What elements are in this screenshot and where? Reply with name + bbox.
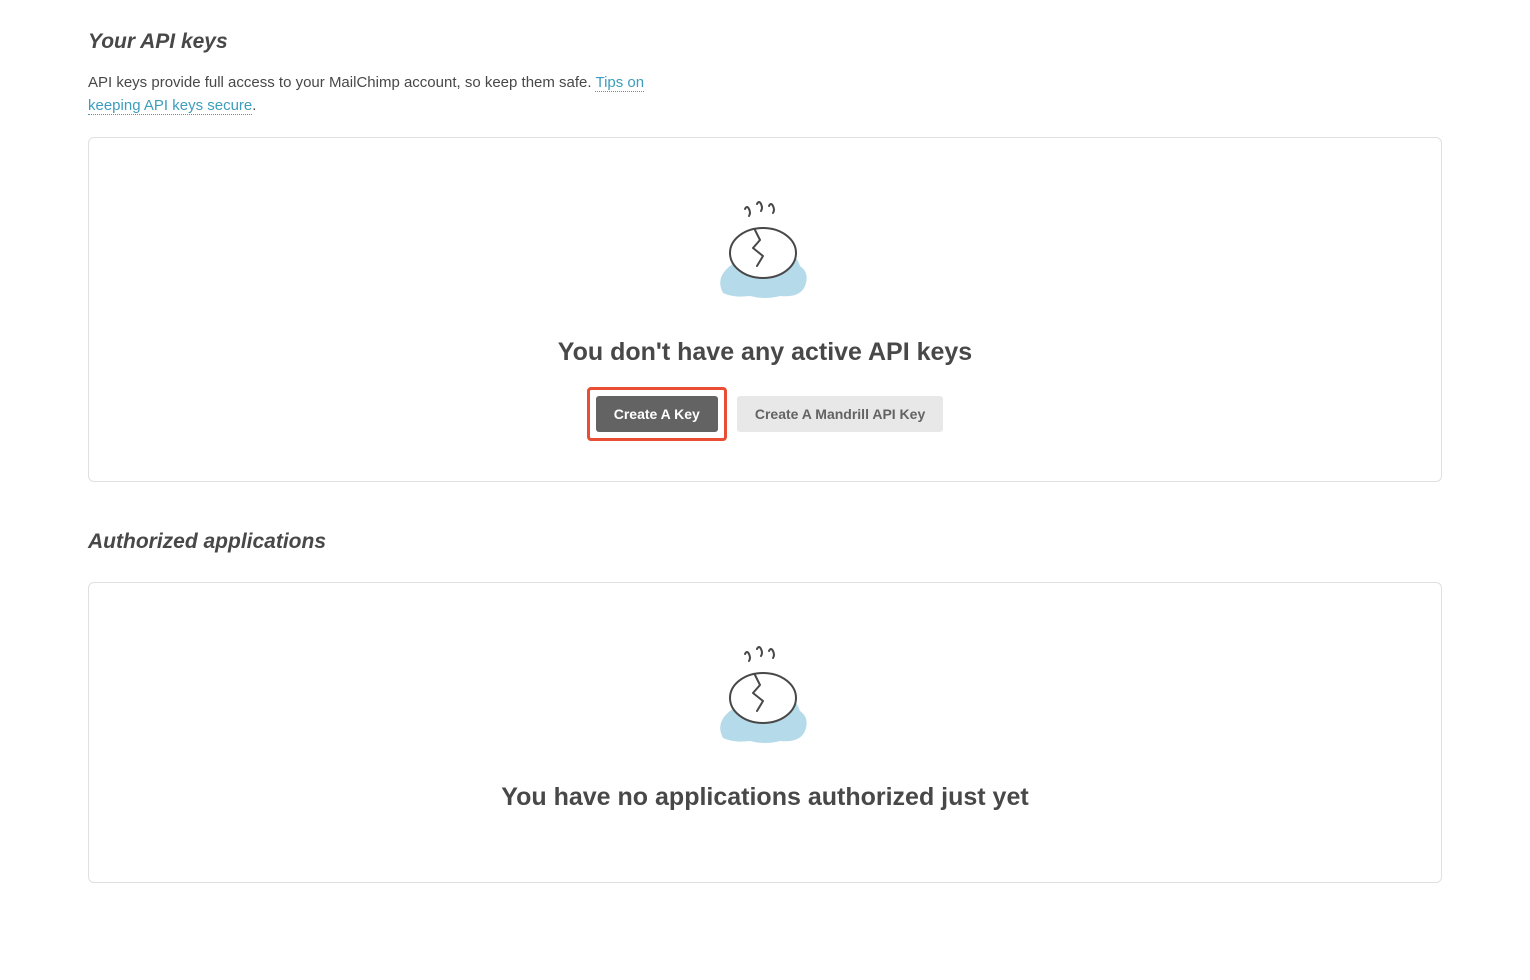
cracked-egg-icon (705, 198, 825, 308)
authorized-apps-empty-message: You have no applications authorized just… (129, 783, 1401, 812)
create-mandrill-key-button[interactable]: Create A Mandrill API Key (737, 396, 943, 432)
api-keys-description-text: API keys provide full access to your Mai… (88, 74, 595, 91)
api-keys-section-title: Your API keys (88, 30, 1442, 54)
api-keys-empty-card: You don't have any active API keys Creat… (88, 137, 1442, 482)
authorized-apps-section-title: Authorized applications (88, 530, 1442, 554)
api-keys-description-suffix: . (252, 97, 256, 114)
api-keys-empty-message: You don't have any active API keys (129, 338, 1401, 367)
api-keys-button-row: Create A Key Create A Mandrill API Key (129, 387, 1401, 441)
cracked-egg-icon (705, 643, 825, 753)
authorized-apps-empty-card: You have no applications authorized just… (88, 582, 1442, 883)
create-key-highlight: Create A Key (587, 387, 727, 441)
api-keys-description: API keys provide full access to your Mai… (88, 72, 668, 117)
create-key-button[interactable]: Create A Key (596, 396, 718, 432)
